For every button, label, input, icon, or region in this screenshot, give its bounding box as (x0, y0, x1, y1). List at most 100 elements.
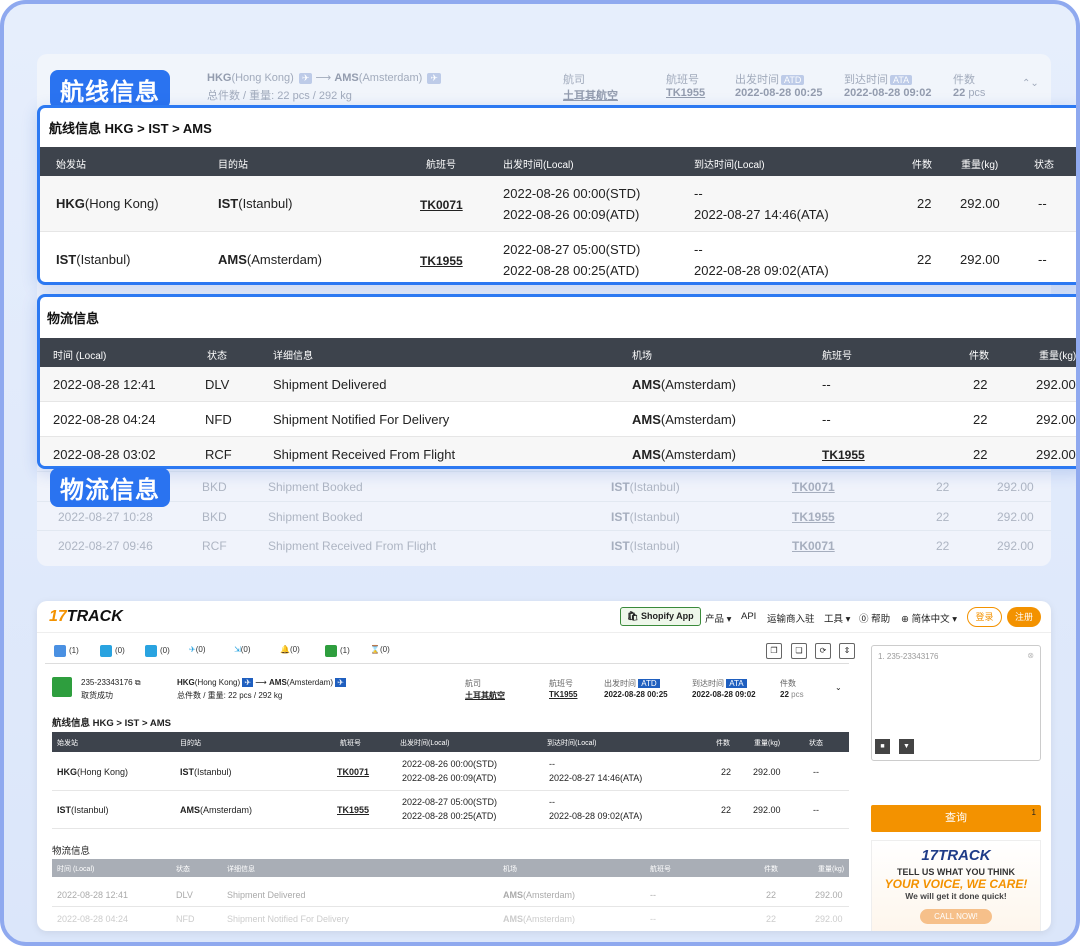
flight-link[interactable]: TK1955 (337, 805, 369, 815)
ghost-flight-link[interactable]: TK1955 (792, 510, 835, 524)
mini-logistics-header: 时间 (Local) 状态 详细信息 机场 航班号 件数 重量(kg) (52, 859, 849, 877)
ata-badge: ATA (726, 679, 747, 688)
nav-carrier-onboard[interactable]: 运输商入驻 (767, 611, 815, 625)
check-icon (100, 645, 112, 657)
col-status: 状态 (1034, 160, 1054, 171)
screenshot-frame: HKG(Hong Kong) ✈ ⟶ AMS(Amsterdam) ✈ 总件数 … (0, 0, 1080, 946)
route-info-title: 航线信息 HKG > IST > AMS (52, 718, 171, 729)
mini-logistics-row: 2022-08-28 12:41 DLV Shipment Delivered … (52, 883, 849, 907)
filter-all[interactable]: (1) (54, 645, 79, 657)
col-origin: 始发站 (56, 160, 86, 171)
nav-tools[interactable]: 工具 ▾ (824, 611, 850, 625)
logistics-row: 2022-08-28 04:24 NFD Shipment Notified F… (40, 402, 1076, 437)
tracking-status: 取货成功 (81, 691, 113, 700)
copy-icon[interactable]: ⧉ (135, 678, 141, 687)
filter-arrived[interactable]: ⇲(0) (234, 645, 250, 654)
ghost-dest-code: AMS (334, 72, 359, 84)
plane-icon: ✈ (242, 678, 254, 687)
logistics-info-card: 物流信息 时间 (Local) 状态 详细信息 机场 航班号 件数 重量(kg)… (37, 294, 1077, 469)
col-arrival: 到达时间(Local) (694, 160, 765, 171)
pickup-icon (325, 645, 337, 657)
ghost-flight-link[interactable]: TK0071 (792, 539, 835, 553)
ghost-log-row: BKD Shipment Booked IST(Istanbul) TK0071… (37, 471, 1051, 501)
hourglass-icon: ⌛ (370, 645, 380, 654)
tracking-number-input[interactable]: 1. 235-23343176 ⊗ (871, 645, 1041, 761)
logistics-info-banner: 物流信息 (50, 468, 170, 507)
shopify-bag-icon: 🛍 (627, 611, 639, 621)
col-pcs: 件数 (969, 351, 989, 362)
picked-up-status-icon (52, 677, 72, 697)
filter-icon[interactable]: ▼ (899, 739, 914, 754)
logistics-row: 2022-08-28 03:02 RCF Shipment Received F… (40, 437, 1076, 466)
delete-icon[interactable]: ■ (875, 739, 890, 754)
bell-icon: 🔔 (280, 645, 290, 654)
plane-landing-icon: ✈ (335, 678, 346, 687)
ghost-pcs: 22 (953, 87, 966, 99)
expand-chevron-icon[interactable]: ⌃⌄ (1022, 78, 1039, 89)
nav-products[interactable]: 产品 ▾ (705, 611, 731, 625)
plane-landing-icon: ✈ (427, 73, 441, 84)
copy-icon[interactable]: ❐ (766, 643, 782, 659)
ghost-dep-label: 出发时间 (735, 74, 779, 86)
ghost-origin-code: HKG (207, 72, 232, 84)
login-button[interactable]: 登录 (967, 607, 1002, 627)
call-now-button[interactable]: CALL NOW! (920, 909, 992, 924)
col-time: 时间 (Local) (53, 351, 107, 362)
airline-link[interactable]: 土耳其航空 (465, 691, 505, 700)
route-info-banner: 航线信息 (50, 70, 170, 109)
atd-badge: ATD (638, 679, 660, 688)
flight-link[interactable]: TK0071 (337, 767, 369, 777)
filter-delivered[interactable]: (0) (100, 645, 125, 657)
filter-expired[interactable]: ⌛(0) (370, 645, 390, 654)
ghost-log-row: 2022-08-27 09:46 RCF Shipment Received F… (37, 530, 1051, 560)
shopify-app-button[interactable]: 🛍 Shopify App (620, 607, 701, 626)
register-button[interactable]: 注册 (1007, 607, 1041, 627)
filter-alert[interactable]: 🔔(0) (280, 645, 300, 654)
mini-route-row: IST(Istanbul) AMS(Amsterdam) TK1955 2022… (52, 791, 849, 829)
mini-logistics-row: 2022-08-28 04:24 NFD Shipment Notified F… (57, 914, 843, 924)
route-card-title: 航线信息 HKG > IST > AMS (49, 121, 212, 136)
flight-link[interactable]: TK1955 (549, 690, 577, 699)
logistics-row: 2022-08-28 12:41 DLV Shipment Delivered … (40, 367, 1076, 402)
filter-pending[interactable]: (0) (145, 645, 170, 657)
ghost-pcs-unit: pcs (968, 87, 986, 99)
query-button[interactable]: 查询 1 (871, 805, 1041, 832)
ghost-log-row: 2022-08-27 10:28 BKD Shipment Booked IST… (37, 501, 1051, 531)
filter-in-transit[interactable]: ✈(0) (189, 645, 205, 654)
mini-route-row: HKG(Hong Kong) IST(Istanbul) TK0071 2022… (52, 753, 849, 791)
ghost-dest-name: (Amsterdam) (358, 72, 423, 84)
query-count-badge: 1 (1031, 808, 1036, 817)
route-info-card: 航线信息 HKG > IST > AMS 始发站 目的站 航班号 出发时间(Lo… (37, 105, 1076, 285)
col-flight: 航班号 (822, 351, 852, 362)
col-flight: 航班号 (426, 160, 456, 171)
flight-link[interactable]: TK1955 (420, 254, 463, 268)
17track-logo[interactable]: 17TRACK (49, 608, 123, 626)
copy-all-icon[interactable]: ❏ (791, 643, 807, 659)
clear-icon[interactable]: ⊗ (1027, 651, 1034, 660)
ghost-summary: HKG(Hong Kong) ✈ ⟶ AMS(Amsterdam) ✈ 总件数 … (37, 54, 1051, 106)
ghost-airline-link[interactable]: 土耳其航空 (563, 90, 618, 102)
ghost-arr-time: 2022-08-28 09:02 (844, 87, 932, 99)
ghost-flight-link[interactable]: TK1955 (666, 87, 705, 99)
logistics-card-title: 物流信息 (47, 311, 100, 326)
filter-picked-up[interactable]: (1) (325, 645, 350, 657)
refresh-icon[interactable]: ⟳ (815, 643, 831, 659)
flight-link[interactable]: TK0071 (420, 198, 463, 212)
ghost-dep-time: 2022-08-28 00:25 (735, 87, 823, 99)
route-row: IST(Istanbul) AMS(Amsterdam) TK1955 2022… (40, 232, 1076, 282)
flight-link[interactable]: TK1955 (822, 448, 865, 462)
nav-api[interactable]: API (741, 611, 756, 622)
col-weight: 重量(kg) (961, 160, 999, 171)
ghost-flight-link[interactable]: TK0071 (792, 480, 835, 494)
collapse-icon[interactable]: ⇕ (839, 643, 855, 659)
ghost-origin-name: (Hong Kong) (231, 72, 294, 84)
col-destination: 目的站 (218, 160, 248, 171)
col-weight: 重量(kg) (1039, 351, 1077, 362)
nav-help[interactable]: ⓪ 帮助 (859, 611, 890, 625)
ghost-ata-badge: ATA (890, 75, 913, 85)
feedback-ad-banner[interactable]: 17TRACK TELL US WHAT YOU THINK YOUR VOIC… (871, 840, 1041, 931)
expand-chevron-icon[interactable]: ⌄ (835, 683, 842, 692)
nav-language[interactable]: ⊕ 简体中文 ▾ (901, 611, 957, 625)
divider (45, 663, 849, 664)
route-row: HKG(Hong Kong) IST(Istanbul) TK0071 2022… (40, 176, 1076, 232)
